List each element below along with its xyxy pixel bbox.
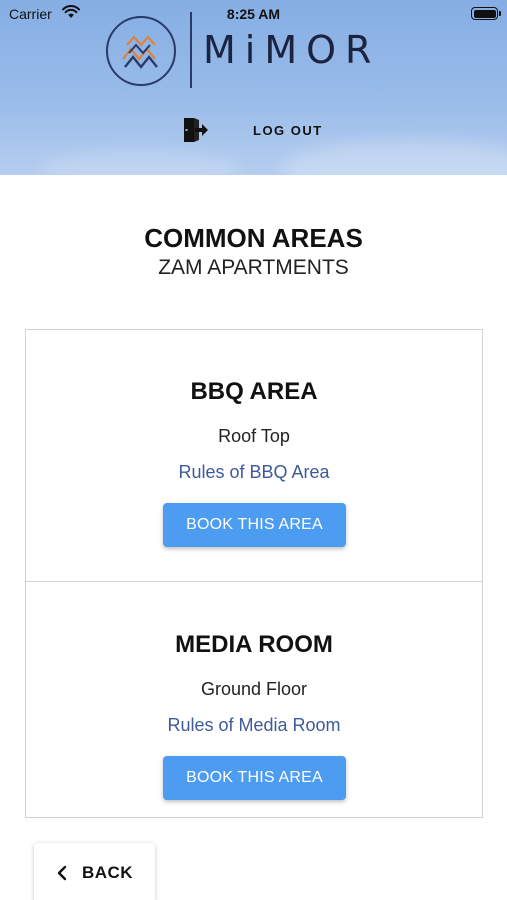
book-area-button[interactable]: BOOK THIS AREA	[163, 503, 346, 547]
area-card-bbq: BBQ AREA Roof Top Rules of BBQ Area BOOK…	[26, 330, 482, 581]
area-rules-link[interactable]: Rules of Media Room	[26, 715, 482, 736]
chevron-left-icon	[57, 865, 67, 881]
area-card-media-room: MEDIA ROOM Ground Floor Rules of Media R…	[26, 581, 482, 817]
logo-mark-icon	[106, 16, 176, 86]
common-areas-list: BBQ AREA Roof Top Rules of BBQ Area BOOK…	[25, 329, 483, 818]
clock: 8:25 AM	[226, 6, 281, 22]
brand-logo-text: MiMOR	[203, 28, 381, 72]
area-name: BBQ AREA	[190, 378, 318, 405]
page-title: COMMON AREAS	[144, 223, 363, 253]
logout-icon[interactable]	[181, 116, 209, 144]
back-label: BACK	[81, 863, 134, 882]
book-area-button[interactable]: BOOK THIS AREA	[163, 756, 346, 800]
logo-divider	[190, 12, 192, 88]
header-cloud	[280, 140, 507, 175]
logout-button[interactable]: LOG OUT	[253, 123, 323, 138]
area-location: Ground Floor	[200, 679, 308, 699]
battery-icon	[471, 7, 501, 20]
header-cloud	[40, 150, 240, 175]
app-header: Carrier 8:25 AM MiMOR LOG OUT	[0, 0, 507, 175]
area-location: Roof Top	[218, 426, 290, 446]
back-button[interactable]: BACK	[34, 843, 155, 900]
status-bar: Carrier 8:25 AM	[0, 0, 507, 28]
area-name: MEDIA ROOM	[175, 631, 333, 658]
page-subtitle: ZAM APARTMENTS	[158, 256, 349, 279]
area-rules-link[interactable]: Rules of BBQ Area	[26, 462, 482, 483]
